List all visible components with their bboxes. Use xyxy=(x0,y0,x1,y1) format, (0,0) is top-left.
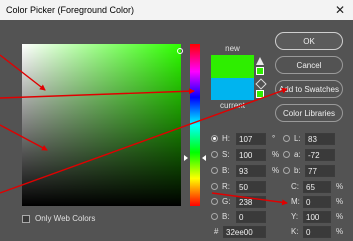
annotation-arrow-add-to-swatches xyxy=(0,87,288,194)
annotation-arrow-color-field xyxy=(0,54,46,91)
annotation-arrow-shadow-area xyxy=(0,124,48,151)
annotation-arrows xyxy=(0,54,288,206)
annotation-arrow-magenta-field xyxy=(211,192,288,206)
annotation-arrow-hue-slider xyxy=(0,88,195,99)
